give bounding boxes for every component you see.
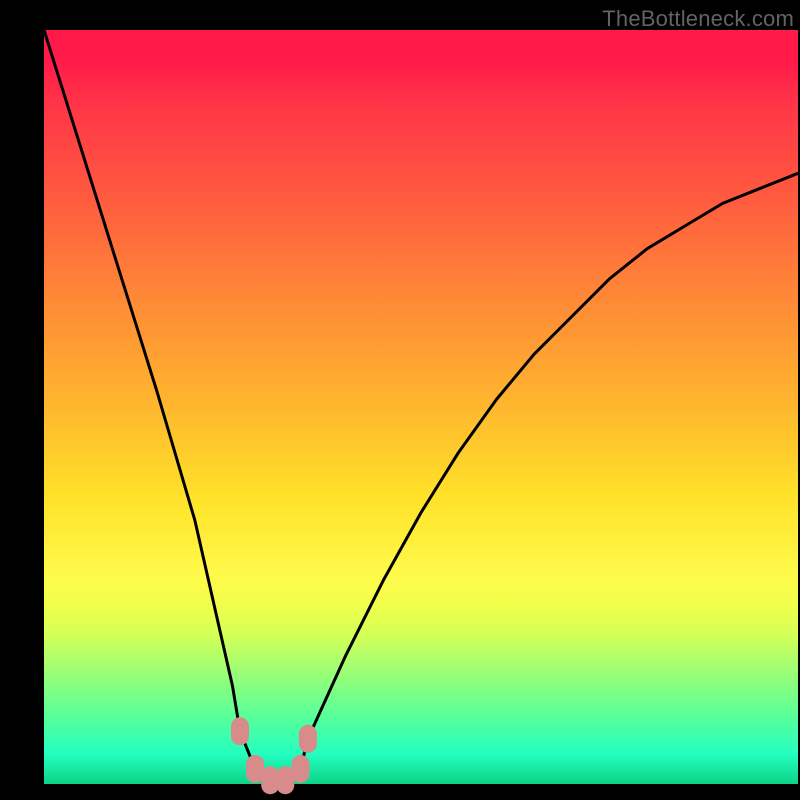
chart-overlay: [44, 30, 798, 784]
bottleneck-curve: [44, 30, 798, 784]
marker-group: [231, 717, 317, 794]
curve-marker: [231, 717, 249, 745]
curve-marker: [299, 725, 317, 753]
attribution-label: TheBottleneck.com: [602, 6, 794, 32]
curve-marker: [291, 755, 309, 783]
